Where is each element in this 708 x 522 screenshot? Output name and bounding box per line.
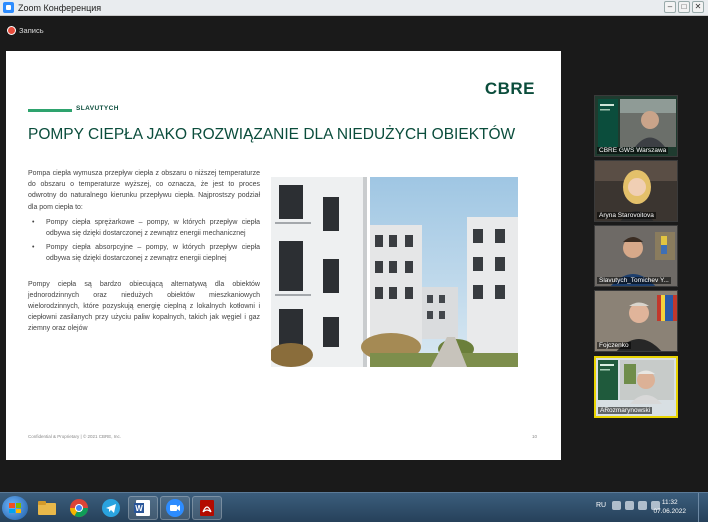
participant-name: Slavutych_Tomichev Y...: [597, 277, 671, 284]
recording-bar: Запись: [0, 17, 708, 43]
close-button[interactable]: ✕: [692, 1, 704, 13]
chrome-taskbar-icon[interactable]: [64, 496, 94, 520]
buildings-photo: [271, 177, 518, 367]
participant-tile[interactable]: Aryna Starovoitova: [594, 160, 678, 222]
volume-icon[interactable]: [638, 501, 647, 510]
page-number: 10: [531, 434, 537, 439]
participant-tile[interactable]: Fojczenko: [594, 290, 678, 352]
bullet-item: Pompy ciepła sprężarkowe – pompy, w któr…: [28, 217, 260, 239]
slide-footer: Confidential & Proprietary | © 2021 CBRE…: [28, 434, 122, 439]
bullet-item: Pompy ciepła absorpcyjne – pompy, w któr…: [28, 242, 260, 264]
window-title: Zoom Конференция: [18, 2, 102, 13]
participant-tile[interactable]: CBRE GWS Warszawa: [594, 95, 678, 157]
telegram-taskbar-icon[interactable]: [96, 496, 126, 520]
participant-tile[interactable]: Slavutych_Tomichev Y...: [594, 225, 678, 287]
clock-date: 07.06.2022: [653, 508, 686, 515]
slide-title: POMPY CIEPŁA JAKO ROZWIĄZANIE DLA NIEDUŻ…: [28, 126, 516, 143]
window-controls: – □ ✕: [664, 1, 704, 13]
acrobat-taskbar-icon[interactable]: [192, 496, 222, 520]
tray-up-arrow-icon[interactable]: [612, 501, 621, 510]
accent-line: [28, 109, 72, 112]
network-icon[interactable]: [625, 501, 634, 510]
recording-label[interactable]: Запись: [19, 26, 44, 35]
language-indicator[interactable]: RU: [596, 502, 606, 509]
shared-slide: CBRE SLAVUTYCH POMPY CIEPŁA JAKO ROZWIĄZ…: [6, 51, 561, 460]
file-explorer-taskbar-icon[interactable]: [32, 496, 62, 520]
participant-name: ARozmarynowski: [598, 407, 653, 414]
zoom-app-icon: [3, 2, 14, 13]
brand-label: SLAVUTYCH: [76, 105, 119, 112]
clock-time: 11:32: [661, 499, 678, 506]
maximize-button[interactable]: □: [678, 1, 690, 13]
window-titlebar: Zoom Конференция – □ ✕: [0, 0, 708, 16]
zoom-taskbar-icon[interactable]: [160, 496, 190, 520]
participant-name: CBRE GWS Warszawa: [597, 147, 669, 154]
system-clock[interactable]: 11:32 07.06.2022: [653, 498, 686, 516]
windows-logo-icon: [9, 503, 21, 513]
conclusion-paragraph: Pompy ciepła są bardzo obiecującą altern…: [28, 280, 260, 333]
cbre-logo: CBRE: [484, 79, 535, 98]
show-desktop-button[interactable]: [698, 493, 708, 522]
participant-tile-active[interactable]: ARozmarynowski: [594, 356, 678, 418]
windows-taskbar: W RU 11:32 07.06.2022: [0, 492, 708, 522]
participant-name: Aryna Starovoitova: [597, 212, 656, 219]
start-button[interactable]: [2, 496, 28, 520]
minimize-button[interactable]: –: [664, 1, 676, 13]
bullet-list: Pompy ciepła sprężarkowe – pompy, w któr…: [28, 217, 260, 265]
slide-body: Pompa ciepła wymusza przepływ ciepła z o…: [28, 168, 260, 335]
intro-paragraph: Pompa ciepła wymusza przepływ ciepła z o…: [28, 170, 260, 211]
word-taskbar-icon[interactable]: W: [128, 496, 158, 520]
svg-text:W: W: [135, 504, 143, 513]
participant-name: Fojczenko: [597, 342, 631, 349]
record-icon[interactable]: [8, 26, 15, 34]
